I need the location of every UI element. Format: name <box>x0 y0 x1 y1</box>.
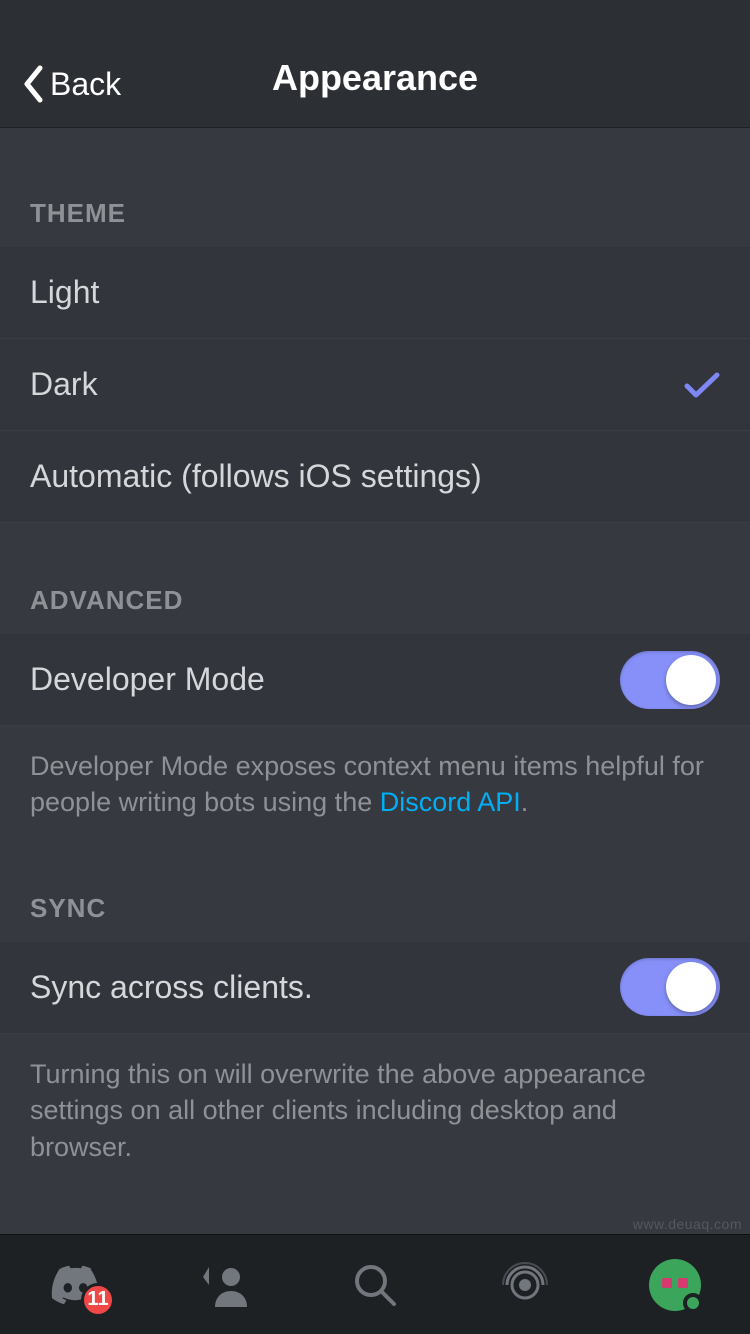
developer-mode-description: Developer Mode exposes context menu item… <box>0 726 750 831</box>
tab-mentions[interactable] <box>499 1259 551 1311</box>
tab-friends[interactable] <box>199 1259 251 1311</box>
theme-option-dark[interactable]: Dark <box>0 339 750 431</box>
section-header-advanced: ADVANCED <box>0 523 750 634</box>
sync-clients-toggle[interactable] <box>620 958 720 1016</box>
tab-search[interactable] <box>349 1259 401 1311</box>
mentions-icon <box>501 1261 549 1309</box>
sync-clients-label: Sync across clients. <box>30 969 313 1006</box>
search-icon <box>353 1263 397 1307</box>
section-header-sync: SYNC <box>0 831 750 942</box>
toggle-knob <box>666 655 716 705</box>
discord-api-link[interactable]: Discord API <box>380 787 521 817</box>
developer-mode-label: Developer Mode <box>30 661 265 698</box>
back-button[interactable]: Back <box>22 65 121 103</box>
avatar <box>649 1259 701 1311</box>
sync-clients-row[interactable]: Sync across clients. <box>0 942 750 1034</box>
chevron-left-icon <box>22 65 44 103</box>
watermark: www.deuaq.com <box>633 1216 742 1232</box>
section-header-theme: THEME <box>0 128 750 247</box>
status-online-icon <box>683 1293 703 1313</box>
theme-option-automatic[interactable]: Automatic (follows iOS settings) <box>0 431 750 523</box>
theme-option-label: Light <box>30 274 99 311</box>
theme-option-label: Automatic (follows iOS settings) <box>30 458 482 495</box>
header-bar: Back Appearance <box>0 0 750 128</box>
sync-description: Turning this on will overwrite the above… <box>0 1034 750 1175</box>
theme-option-label: Dark <box>30 366 98 403</box>
checkmark-icon <box>684 371 720 399</box>
toggle-knob <box>666 962 716 1012</box>
developer-mode-toggle[interactable] <box>620 651 720 709</box>
friends-icon <box>201 1263 249 1307</box>
notification-badge: 11 <box>81 1283 115 1317</box>
tab-home[interactable]: 11 <box>49 1259 101 1311</box>
tab-profile[interactable] <box>649 1259 701 1311</box>
theme-option-light[interactable]: Light <box>0 247 750 339</box>
settings-scroll[interactable]: THEME Light Dark Automatic (follows iOS … <box>0 128 750 1234</box>
tab-bar: 11 <box>0 1234 750 1334</box>
developer-mode-row[interactable]: Developer Mode <box>0 634 750 726</box>
back-label: Back <box>50 66 121 103</box>
